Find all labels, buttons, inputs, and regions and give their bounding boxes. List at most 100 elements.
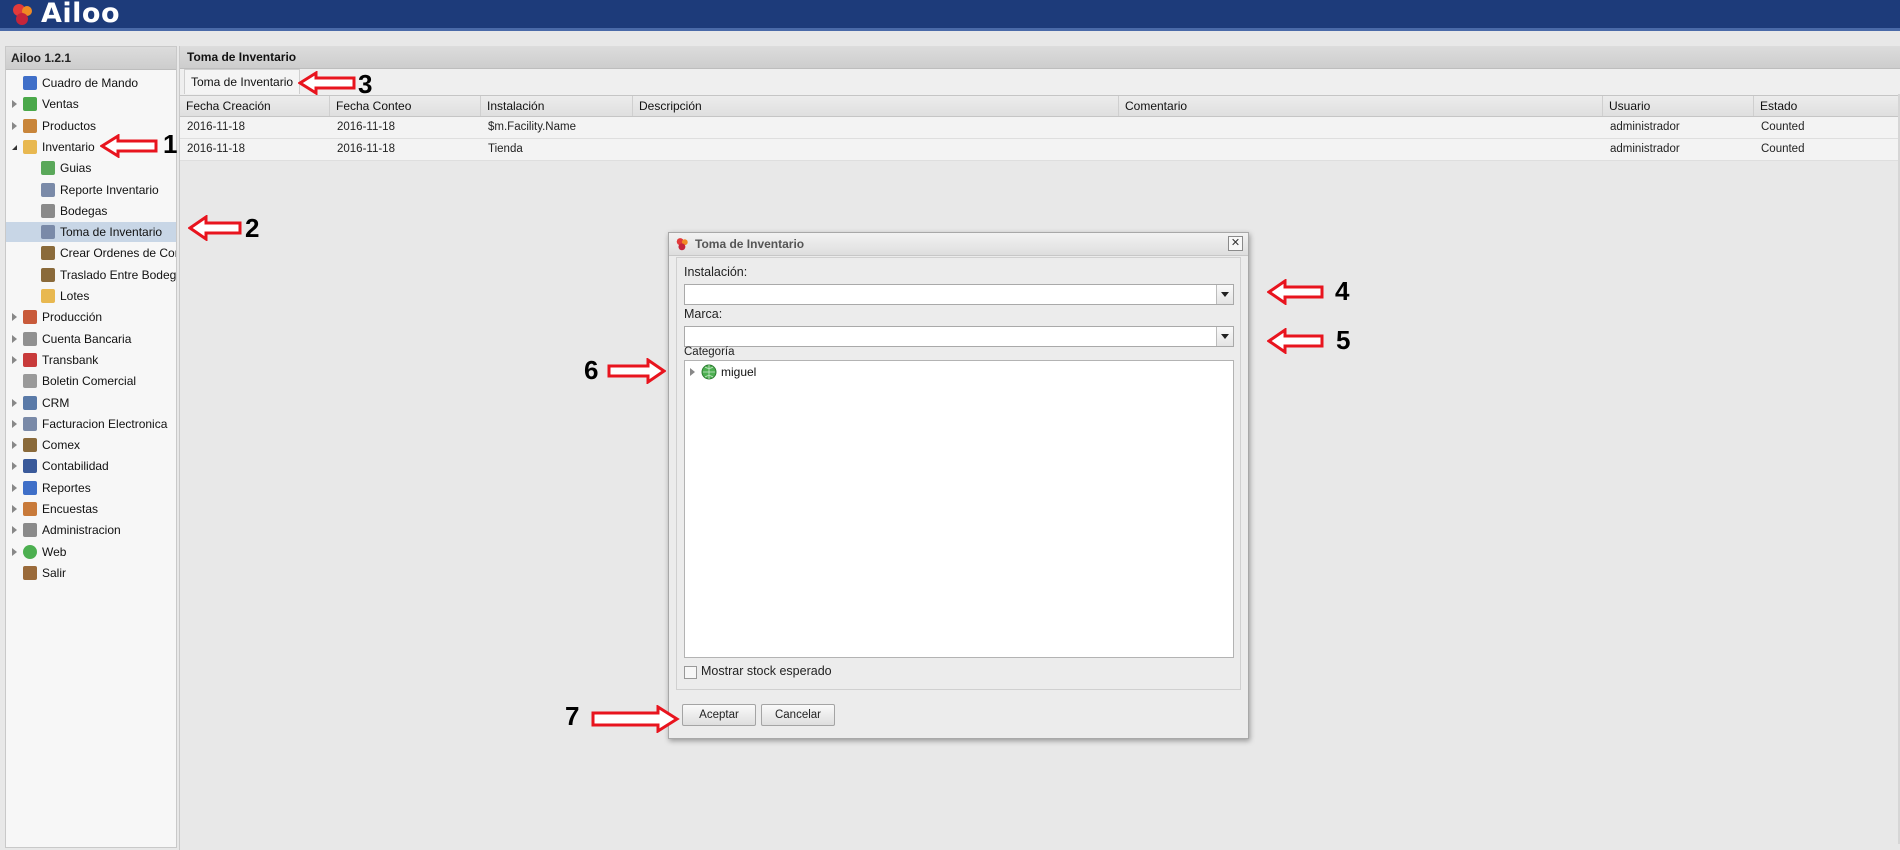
instalacion-select[interactable] xyxy=(684,284,1234,305)
column-header-descripcion[interactable]: Descripción xyxy=(633,96,1119,116)
sidebar-item-label: Productos xyxy=(42,118,97,133)
sidebar-item-productos[interactable]: Productos xyxy=(6,116,176,136)
sidebar-item-label: Administracion xyxy=(42,523,121,538)
sidebar-item-crear-ordenes-de-compra[interactable]: Crear Ordenes de Compra xyxy=(6,243,176,263)
expand-arrow-icon[interactable] xyxy=(12,355,17,364)
cell-fecha-creacion: 2016-11-18 xyxy=(187,143,245,155)
expand-arrow-icon[interactable] xyxy=(12,419,17,428)
globe-icon xyxy=(23,544,37,559)
doc-icon xyxy=(41,161,55,176)
tree-node-label: miguel xyxy=(721,365,757,379)
expand-arrow-icon[interactable] xyxy=(12,121,17,130)
sidebar-item-toma-de-inventario[interactable]: Toma de Inventario xyxy=(6,222,176,243)
expand-arrow-icon[interactable] xyxy=(12,334,17,343)
column-header-fecha-conteo[interactable]: Fecha Conteo xyxy=(330,96,481,116)
sidebar-item-facturacion-electronica[interactable]: Facturacion Electronica xyxy=(6,414,176,434)
cell-comentario xyxy=(1119,117,1126,138)
annotation-number: 1 xyxy=(163,129,178,159)
sidebar-item-guias[interactable]: Guias xyxy=(6,158,176,178)
sidebar-item-ventas[interactable]: Ventas xyxy=(6,94,176,114)
annotation-number: 2 xyxy=(245,213,260,243)
sidebar-item-cuadro-de-mando[interactable]: Cuadro de Mando xyxy=(6,73,176,93)
table-row[interactable]: 2016-11-18 2016-11-18 Tienda administrad… xyxy=(180,139,1900,161)
sidebar-item-label: Ventas xyxy=(42,97,79,112)
sidebar-item-administracion[interactable]: Administracion xyxy=(6,520,176,540)
cell-descripcion xyxy=(633,139,640,160)
cancelar-button[interactable]: Cancelar xyxy=(761,704,835,726)
expand-arrow-icon[interactable] xyxy=(12,526,17,535)
cell-fecha-conteo: 2016-11-18 xyxy=(337,121,395,133)
sidebar-item-traslado-entre-bodegas[interactable]: Traslado Entre Bodegas xyxy=(6,265,176,285)
annotation-number: 3 xyxy=(358,69,373,99)
sidebar-item-bodegas[interactable]: Bodegas xyxy=(6,201,176,221)
annotation-arrow-left-icon xyxy=(298,71,356,95)
expand-arrow-icon[interactable] xyxy=(12,462,17,471)
sidebar-item-label: Reporte Inventario xyxy=(60,182,159,197)
cell-instalacion: $m.Facility.Name xyxy=(488,121,576,133)
sidebar-item-producci-n[interactable]: Producción xyxy=(6,307,176,327)
sidebar-item-crm[interactable]: CRM xyxy=(6,393,176,413)
expand-arrow-icon[interactable] xyxy=(12,505,17,513)
sidebar-item-label: Lotes xyxy=(60,289,90,303)
cell-fecha-conteo: 2016-11-18 xyxy=(337,143,395,155)
expand-arrow-icon[interactable] xyxy=(12,483,17,492)
sidebar-item-reporte-inventario[interactable]: Reporte Inventario xyxy=(6,180,176,200)
column-header-usuario[interactable]: Usuario xyxy=(1603,96,1754,116)
annotation-arrow-left-icon xyxy=(1267,328,1324,354)
column-header-comentario[interactable]: Comentario xyxy=(1119,96,1603,116)
sidebar-item-boletin-comercial[interactable]: Boletin Comercial xyxy=(6,371,176,391)
sidebar-item-lotes[interactable]: Lotes xyxy=(6,286,176,306)
expand-arrow-icon[interactable] xyxy=(12,441,17,450)
sidebar-item-contabilidad[interactable]: Contabilidad xyxy=(6,456,176,476)
expand-arrow-icon[interactable] xyxy=(690,368,695,376)
collapse-arrow-icon[interactable] xyxy=(12,144,17,150)
sidebar-item-encuestas[interactable]: Encuestas xyxy=(6,499,176,519)
annotation-arrow-left-icon xyxy=(188,215,242,241)
tab-bar: Toma de Inventario xyxy=(180,69,1900,96)
sidebar-item-transbank[interactable]: Transbank xyxy=(6,350,176,370)
aceptar-button[interactable]: Aceptar xyxy=(682,704,756,726)
factory-icon xyxy=(23,310,37,325)
sidebar-item-salir[interactable]: Salir xyxy=(6,563,176,583)
cell-fecha-creacion: 2016-11-18 xyxy=(187,121,245,133)
close-icon[interactable]: ✕ xyxy=(1228,236,1243,251)
expand-arrow-icon[interactable] xyxy=(12,313,17,322)
ailoo-logo-icon xyxy=(676,238,688,251)
column-header-estado[interactable]: Estado xyxy=(1754,96,1899,116)
top-bar: Ailoo xyxy=(0,0,1900,31)
column-header-instalacion[interactable]: Instalación xyxy=(481,96,633,116)
sidebar-item-cuenta-bancaria[interactable]: Cuenta Bancaria xyxy=(6,329,176,349)
expand-arrow-icon[interactable] xyxy=(12,547,17,556)
sidebar-item-label: Cuadro de Mando xyxy=(42,76,139,90)
table-row[interactable]: 2016-11-18 2016-11-18 $m.Facility.Name a… xyxy=(180,117,1900,139)
chevron-down-icon[interactable] xyxy=(1216,285,1233,304)
sidebar-item-comex[interactable]: Comex xyxy=(6,435,176,455)
sidebar-item-label: Contabilidad xyxy=(42,459,109,474)
sidebar: Ailoo 1.2.1 Cuadro de Mando Ventas Product… xyxy=(5,46,177,848)
sidebar-item-label: Facturacion Electronica xyxy=(42,416,168,431)
column-header-fecha-creacion[interactable]: Fecha Creación xyxy=(180,96,330,116)
expand-arrow-icon[interactable] xyxy=(12,100,17,109)
instalacion-label: Instalación: xyxy=(684,265,748,279)
mostrar-stock-checkbox[interactable] xyxy=(684,666,697,679)
dialog-title: Toma de Inventario xyxy=(695,237,805,251)
sidebar-item-label: Comex xyxy=(42,438,81,453)
tab-toma-de-inventario[interactable]: Toma de Inventario xyxy=(184,69,301,94)
sidebar-item-web[interactable]: Web xyxy=(6,542,176,562)
pin-icon xyxy=(23,352,37,367)
sidebar-item-label: Inventario xyxy=(42,139,95,154)
tag-icon xyxy=(23,374,37,389)
chevron-down-icon[interactable] xyxy=(1216,327,1233,346)
dialog-header[interactable]: Toma de Inventario ✕ xyxy=(669,233,1248,256)
marca-select[interactable] xyxy=(684,326,1234,347)
annotation-arrow-left-icon xyxy=(100,134,158,158)
door-icon xyxy=(23,565,37,580)
expand-arrow-icon[interactable] xyxy=(12,398,17,407)
sidebar-item-reportes[interactable]: Reportes xyxy=(6,478,176,498)
book-icon xyxy=(23,459,37,474)
categoria-tree: miguel xyxy=(684,360,1234,658)
sidebar-item-label: Web xyxy=(42,544,67,559)
box-icon xyxy=(23,118,37,133)
toma-inventario-dialog: Toma de Inventario ✕ Instalación: Marca:… xyxy=(668,232,1249,739)
people-icon xyxy=(23,395,37,410)
